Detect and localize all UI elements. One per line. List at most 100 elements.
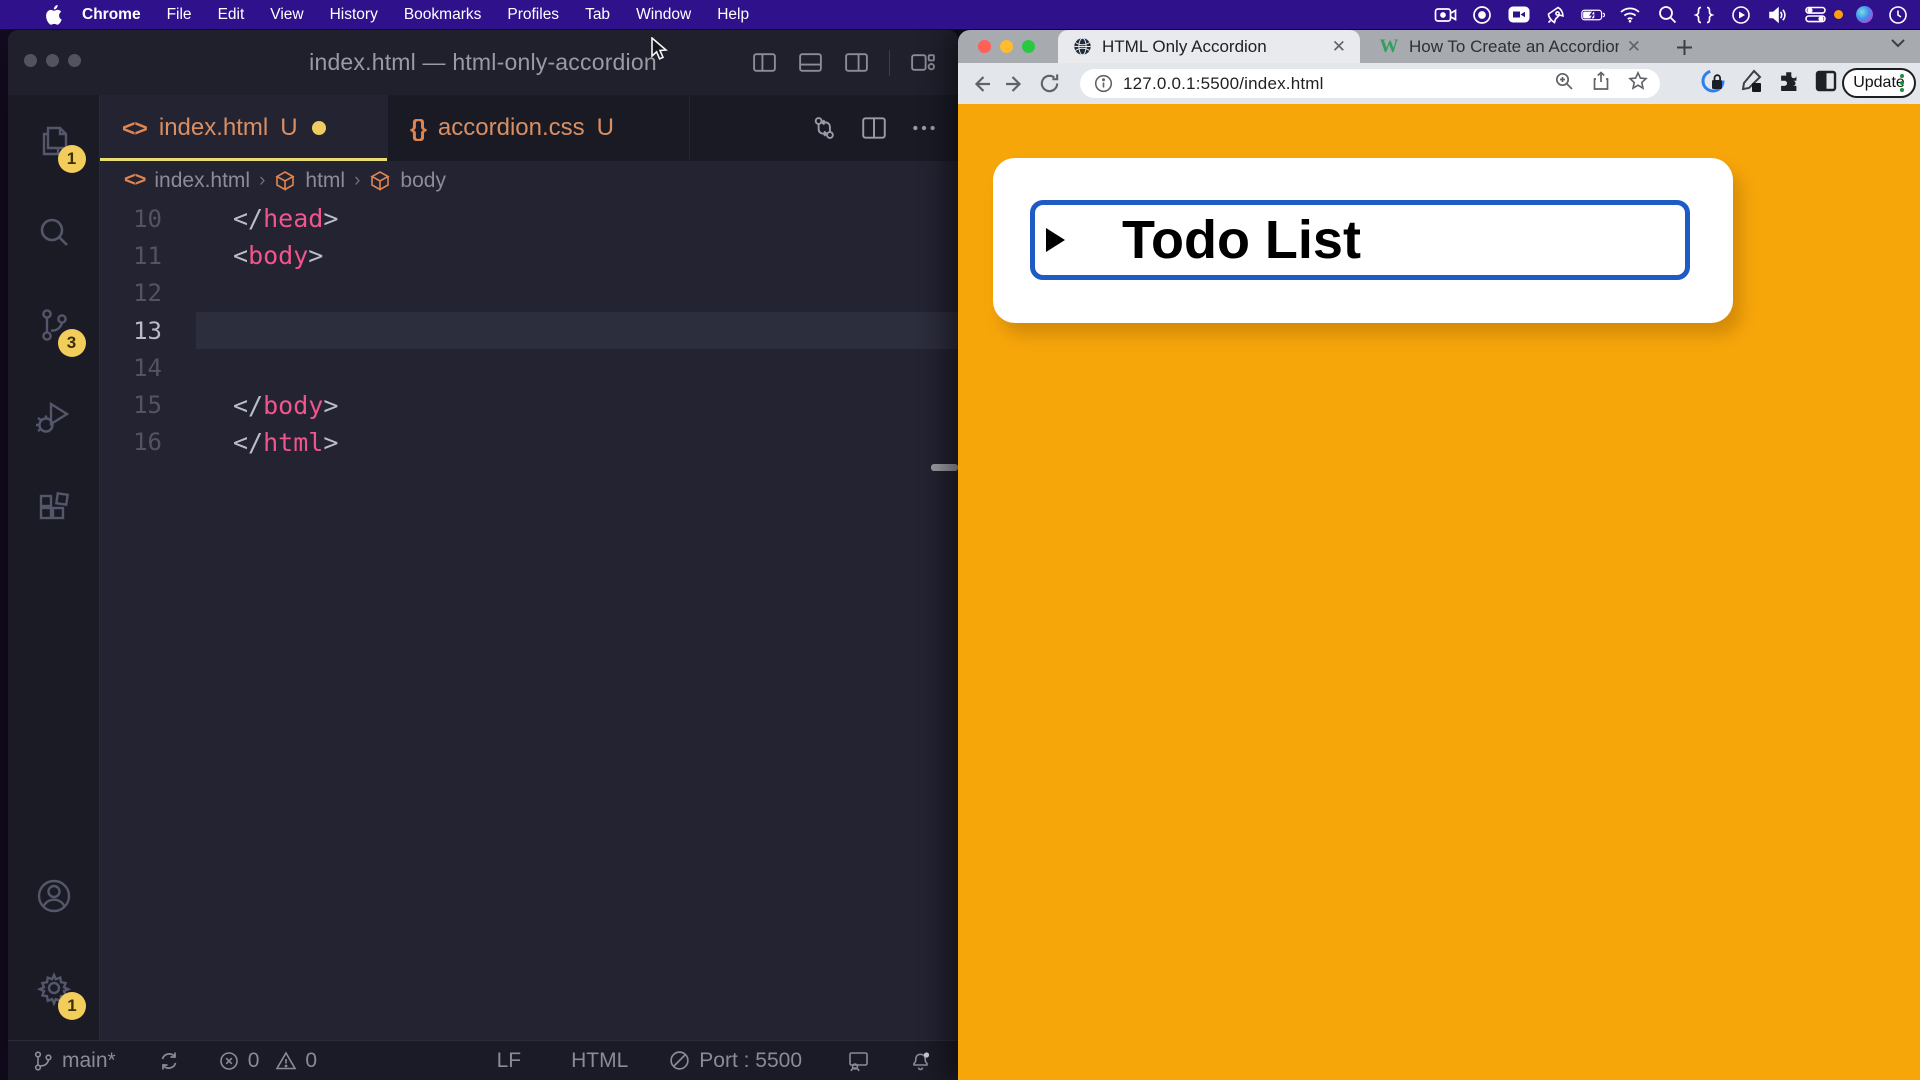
address-bar[interactable]: 127.0.0.1:5500/index.html	[1080, 69, 1660, 98]
siri-icon[interactable]	[1856, 3, 1873, 27]
menu-item-file[interactable]: File	[154, 0, 205, 29]
toggle-primary-sidebar-icon[interactable]	[751, 49, 778, 76]
eol-indicator[interactable]: LF	[497, 1049, 522, 1073]
activity-git-icon[interactable]: 3	[8, 279, 100, 371]
todo-accordion-summary[interactable]: Todo List	[1030, 200, 1690, 280]
compare-changes-icon[interactable]	[810, 114, 838, 142]
vscode-status-bar: main* 0 0 LF HTML Port : 5500	[8, 1040, 958, 1080]
warning-count: 0	[305, 1049, 317, 1073]
code-line-16[interactable]: 16</html>	[100, 424, 958, 461]
privacy-extension-icon[interactable]	[1700, 68, 1726, 99]
menu-item-window[interactable]: Window	[623, 0, 704, 29]
cube-icon	[369, 170, 391, 192]
wifi-icon[interactable]	[1618, 3, 1642, 27]
menu-item-profiles[interactable]: Profiles	[494, 0, 572, 29]
breadcrumb-body[interactable]: body	[400, 169, 446, 193]
share-icon[interactable]	[1591, 71, 1611, 96]
colorpicker-extension-icon[interactable]	[1738, 68, 1764, 99]
tab-how-to-create-accordion[interactable]: W How To Create an Accordion ✕	[1365, 30, 1655, 63]
activity-account-icon[interactable]	[8, 850, 100, 942]
git-branch-status[interactable]: main*	[32, 1049, 116, 1073]
search-icon[interactable]	[1655, 3, 1679, 27]
close-tab-icon[interactable]: ✕	[1627, 37, 1641, 57]
activity-search-icon[interactable]	[8, 187, 100, 279]
minimize-window-button[interactable]	[1000, 40, 1013, 53]
code-line-11[interactable]: 11<body>	[100, 237, 958, 274]
braces-icon[interactable]	[1692, 3, 1716, 27]
code-editor[interactable]: 10</head>11<body>12131415</body>16</html…	[100, 200, 958, 1040]
screen-record-icon[interactable]	[1433, 3, 1457, 27]
menu-item-history[interactable]: History	[317, 0, 391, 29]
orange-dot[interactable]	[1840, 3, 1843, 27]
zoom-window-button[interactable]	[1022, 40, 1035, 53]
forward-icon[interactable]	[1003, 72, 1027, 96]
tab-index-html[interactable]: <> index.html U	[100, 95, 388, 161]
close-window-button[interactable]	[978, 40, 991, 53]
new-tab-button[interactable]	[1671, 34, 1697, 60]
update-chrome-button[interactable]: Update	[1842, 68, 1916, 98]
back-icon[interactable]	[969, 72, 993, 96]
video-app-icon[interactable]	[1507, 3, 1531, 27]
activity-extensions-icon[interactable]	[8, 463, 100, 555]
play-circle-icon[interactable]	[1729, 3, 1753, 27]
split-editor-icon[interactable]	[860, 114, 888, 142]
url-text[interactable]: 127.0.0.1:5500/index.html	[1123, 74, 1324, 94]
notifications-bell-icon[interactable]	[909, 1049, 932, 1072]
menu-item-edit[interactable]: Edit	[205, 0, 258, 29]
clock-icon[interactable]	[1886, 3, 1910, 27]
menu-item-chrome[interactable]: Chrome	[69, 0, 154, 29]
tab-search-chevron-icon[interactable]	[1890, 36, 1906, 54]
toggle-secondary-sidebar-icon[interactable]	[843, 49, 870, 76]
close-tab-icon[interactable]: ✕	[1332, 37, 1346, 57]
menu-item-bookmarks[interactable]: Bookmarks	[391, 0, 495, 29]
rocket-icon[interactable]	[1544, 3, 1568, 27]
breadcrumb-html[interactable]: html	[305, 169, 345, 193]
tab-title: How To Create an Accordion	[1409, 37, 1619, 57]
extensions-puzzle-icon[interactable]	[1776, 68, 1802, 99]
editor-sash-handle[interactable]	[931, 464, 958, 471]
vscode-titlebar[interactable]: index.html — html-only-accordion	[8, 30, 958, 95]
activity-gear-icon[interactable]: 1	[8, 942, 100, 1034]
tab-html-only-accordion[interactable]: HTML Only Accordion ✕	[1058, 30, 1360, 63]
site-info-icon[interactable]	[1094, 74, 1113, 93]
chevron-right-icon: ›	[354, 170, 360, 192]
record-circle-icon[interactable]	[1470, 3, 1494, 27]
activity-debug-icon[interactable]	[8, 371, 100, 463]
code-line-12[interactable]: 12	[100, 275, 958, 312]
html-file-icon: <>	[122, 115, 147, 142]
git-status-letter: U	[597, 114, 614, 142]
menu-item-tab[interactable]: Tab	[572, 0, 623, 29]
language-mode[interactable]: HTML	[571, 1049, 628, 1073]
bookmark-star-icon[interactable]	[1628, 71, 1648, 96]
code-line-10[interactable]: 10</head>	[100, 200, 958, 237]
details-marker-triangle-icon[interactable]	[1046, 228, 1065, 252]
battery-charging-icon[interactable]	[1581, 3, 1605, 27]
apple-icon[interactable]	[46, 5, 63, 25]
customize-layout-icon[interactable]	[909, 49, 936, 76]
live-share-icon[interactable]	[847, 1049, 871, 1073]
tab-accordion-css[interactable]: {} accordion.css U	[388, 95, 690, 161]
sync-changes-button[interactable]	[158, 1050, 180, 1072]
activity-badge: 1	[58, 145, 86, 173]
breadcrumb-file[interactable]: index.html	[154, 169, 250, 193]
problems-status[interactable]: 0 0	[218, 1049, 317, 1073]
code-line-15[interactable]: 15</body>	[100, 386, 958, 423]
dark-mode-extension-icon[interactable]	[1814, 69, 1838, 98]
chrome-toolbar: 127.0.0.1:5500/index.html Update	[958, 63, 1920, 104]
speaker-icon[interactable]	[1766, 3, 1790, 27]
menu-item-view[interactable]: View	[257, 0, 316, 29]
unsaved-changes-dot[interactable]	[312, 121, 326, 135]
tab-label: index.html	[159, 114, 268, 142]
live-server-port[interactable]: Port : 5500	[668, 1049, 802, 1073]
toggle-panel-icon[interactable]	[797, 49, 824, 76]
zoom-page-icon[interactable]	[1554, 71, 1574, 96]
menu-item-help[interactable]: Help	[704, 0, 762, 29]
code-line-13[interactable]: 13	[100, 312, 958, 349]
code-line-14[interactable]: 14	[100, 349, 958, 386]
web-page-body: Todo List	[958, 104, 1920, 1080]
control-center-icon[interactable]	[1803, 3, 1827, 27]
reload-icon[interactable]	[1037, 72, 1061, 95]
more-actions-icon[interactable]	[910, 114, 938, 142]
activity-files-icon[interactable]: 1	[8, 95, 100, 187]
todo-list-label: Todo List	[1122, 209, 1361, 271]
